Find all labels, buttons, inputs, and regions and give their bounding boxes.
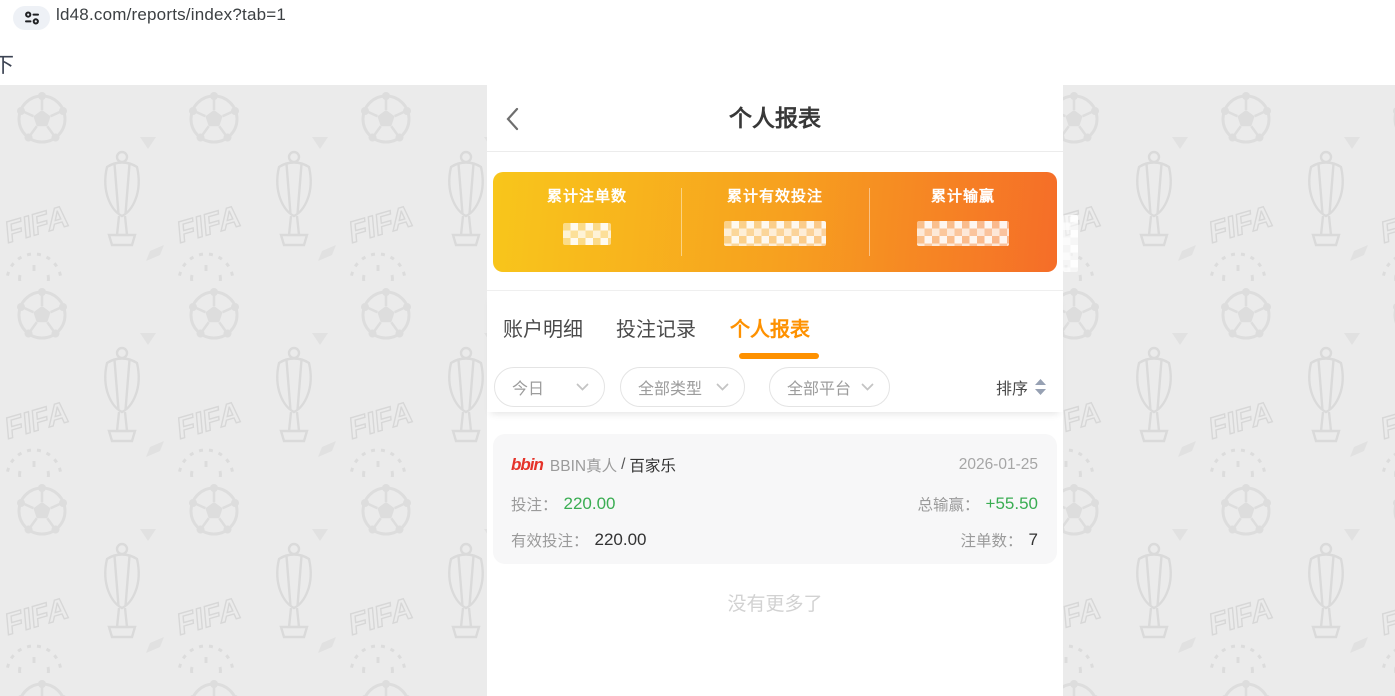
tab-personal-report[interactable]: 个人报表	[730, 313, 810, 342]
stat-label: 累计有效投注	[681, 185, 869, 206]
censored-value	[724, 221, 826, 246]
browser-bar: ld48.com/reports/index?tab=1 下	[0, 0, 1395, 85]
tab-account-details[interactable]: 账户明细	[503, 313, 583, 342]
divider	[869, 188, 870, 256]
platform-filter-dropdown[interactable]: 全部平台	[769, 367, 890, 407]
valid-bet-value: 220.00	[595, 530, 647, 550]
sort-label: 排序	[996, 375, 1028, 399]
bbin-logo: bbin	[511, 455, 543, 475]
provider-name: BBIN真人	[550, 454, 617, 476]
stat-label: 累计注单数	[493, 185, 681, 206]
site-settings-icon	[24, 11, 40, 25]
type-filter-dropdown[interactable]: 全部类型	[620, 367, 745, 407]
winloss-label: 总输赢：	[918, 493, 980, 515]
censored-value	[563, 223, 611, 245]
chevron-down-icon	[576, 383, 589, 391]
active-tab-underline	[739, 353, 819, 359]
report-list-item[interactable]: bbin BBIN真人 / 百家乐 2026-01-25 投注： 220.00 …	[493, 434, 1057, 564]
stats-summary-card: 累计注单数 累计有效投注 累计输赢	[493, 172, 1057, 272]
no-more-data-text: 没有更多了	[487, 589, 1063, 616]
site-settings-button[interactable]	[13, 6, 50, 30]
address-bar-url[interactable]: ld48.com/reports/index?tab=1	[56, 5, 286, 25]
panel-header: 个人报表	[487, 85, 1063, 152]
bet-label: 投注：	[511, 493, 558, 515]
censored-overflow-block	[1063, 215, 1078, 272]
bet-value: 220.00	[564, 494, 616, 514]
sort-button[interactable]: 排序	[996, 375, 1047, 399]
stray-text: 下	[0, 49, 14, 79]
chevron-down-icon	[716, 383, 729, 391]
stat-label: 累计输赢	[869, 185, 1057, 206]
report-date: 2026-01-25	[959, 456, 1038, 474]
orders-label: 注单数：	[961, 529, 1023, 551]
divider	[681, 188, 682, 256]
filter-label: 全部类型	[638, 375, 702, 399]
filter-label: 今日	[512, 375, 544, 399]
stat-total-valid-bets: 累计有效投注	[681, 172, 869, 272]
game-name: 百家乐	[629, 454, 676, 476]
stat-total-winloss: 累计输赢	[869, 172, 1057, 272]
censored-value	[917, 221, 1009, 246]
filter-label: 全部平台	[787, 375, 851, 399]
page-background: FIFA	[0, 85, 1395, 696]
orders-value: 7	[1029, 530, 1038, 550]
page-title: 个人报表	[487, 85, 1063, 152]
separator: /	[621, 456, 625, 474]
tab-bet-records[interactable]: 投注记录	[616, 313, 696, 342]
valid-bet-label: 有效投注：	[511, 529, 589, 551]
date-filter-dropdown[interactable]: 今日	[494, 367, 605, 407]
sort-arrows-icon	[1034, 378, 1047, 396]
report-panel: 个人报表 累计注单数 累计有效投注 累计输赢 账户明细 投注记录 个人报表	[487, 85, 1063, 696]
winloss-value: +55.50	[986, 494, 1038, 514]
tabs-and-filters-bar: 账户明细 投注记录 个人报表 今日 全部类型 全部平台	[487, 290, 1063, 412]
stat-total-orders: 累计注单数	[493, 172, 681, 272]
chevron-down-icon	[861, 383, 874, 391]
